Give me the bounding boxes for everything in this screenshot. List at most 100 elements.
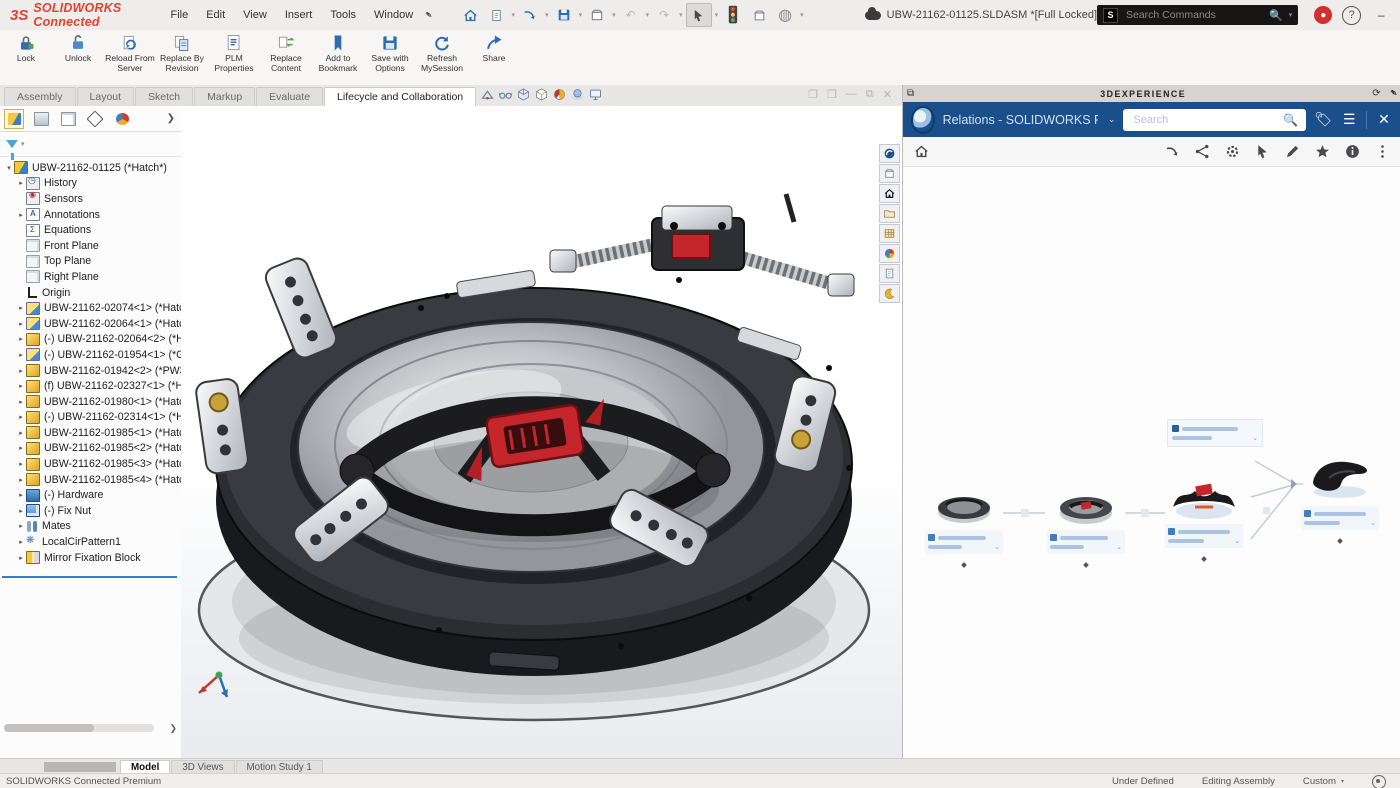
- tab-configuration-manager[interactable]: [58, 109, 78, 129]
- search-caret-icon[interactable]: ▾: [1289, 11, 1293, 19]
- panel-toggle-button[interactable]: [747, 4, 771, 26]
- graphics-viewport[interactable]: [181, 106, 902, 758]
- side-tool-icon[interactable]: [879, 144, 900, 163]
- help-button[interactable]: ?: [1342, 6, 1361, 25]
- tree-item[interactable]: ▸ UBW-21162-01980<1> (*Hatch Ring: [4, 394, 181, 410]
- doc-restore-icon[interactable]: ❐: [808, 88, 818, 101]
- hamburger-menu-icon[interactable]: ☰: [1340, 111, 1358, 128]
- side-tool-icon[interactable]: [879, 224, 900, 243]
- document-tab[interactable]: Model: [120, 760, 170, 774]
- tree-item[interactable]: ▸ Origin: [4, 285, 181, 301]
- side-tool-icon[interactable]: [879, 244, 900, 263]
- tree-item[interactable]: ▸ UBW-21162-01985<4> (*Hatch Zinc: [4, 472, 181, 488]
- doc-close-icon[interactable]: ✕: [883, 88, 892, 101]
- tree-item[interactable]: ▸ Top Plane: [4, 254, 181, 270]
- view-tool-icon[interactable]: [516, 87, 531, 102]
- app-chevron-icon[interactable]: ⌄: [1108, 114, 1116, 125]
- relations-tool-icon[interactable]: [1254, 143, 1271, 160]
- redo-button[interactable]: ↷: [652, 4, 676, 26]
- relations-tool-icon[interactable]: [1224, 143, 1241, 160]
- search-icon[interactable]: 🔍: [1269, 9, 1283, 22]
- menu-item[interactable]: Tools: [321, 5, 365, 25]
- expand-arrow-icon[interactable]: ▸: [16, 335, 26, 343]
- view-tool-icon[interactable]: [570, 87, 585, 102]
- relations-tool-icon[interactable]: [1344, 143, 1361, 160]
- expand-arrow-icon[interactable]: ▸: [16, 413, 26, 421]
- relation-node-reference[interactable]: ⌄: [1167, 419, 1263, 447]
- filter-funnel-icon[interactable]: [6, 140, 18, 148]
- tree-horizontal-scrollbar[interactable]: [4, 724, 154, 732]
- view-tool-icon[interactable]: [498, 87, 513, 102]
- relations-tool-icon[interactable]: [1284, 143, 1301, 160]
- hatch-assembly-model[interactable]: [189, 168, 879, 733]
- panel-pin-icon[interactable]: ✒: [1386, 87, 1399, 101]
- open-button[interactable]: [518, 4, 542, 26]
- panel-search-input[interactable]: [1131, 113, 1277, 127]
- doc-new-window-icon[interactable]: ❐: [827, 88, 837, 101]
- ribbon-button[interactable]: Lock: [0, 30, 52, 85]
- app-title[interactable]: Relations - SOLIDWORKS Relatio: [943, 113, 1098, 127]
- expand-arrow-icon[interactable]: ▸: [16, 522, 26, 530]
- ribbon-button[interactable]: PLM Properties: [208, 30, 260, 85]
- pin-menu-icon[interactable]: ✒: [422, 8, 435, 22]
- command-tab[interactable]: Evaluate: [256, 87, 323, 106]
- expand-arrow-icon[interactable]: ▸: [16, 491, 26, 499]
- menu-item[interactable]: Window: [365, 5, 422, 25]
- menu-item[interactable]: Insert: [276, 5, 322, 25]
- relation-node-base[interactable]: ⌄: [925, 485, 1003, 572]
- tag-icon[interactable]: 🏷: [1314, 111, 1332, 128]
- tree-item[interactable]: ▸ Annotations: [4, 207, 181, 223]
- expand-arrow-icon[interactable]: ▸: [16, 398, 26, 406]
- side-tool-icon[interactable]: [879, 284, 900, 303]
- expand-arrow-icon[interactable]: ▸: [16, 351, 26, 359]
- tree-item[interactable]: ▸ Mates: [4, 519, 181, 535]
- command-tab[interactable]: Assembly: [4, 87, 76, 106]
- ribbon-button[interactable]: Save with Options: [364, 30, 416, 85]
- tree-item[interactable]: ▸ Front Plane: [4, 238, 181, 254]
- tree-item[interactable]: ▸ UBW-21162-01985<3> (*Hatch Zinc: [4, 456, 181, 472]
- doc-minimize-icon[interactable]: —: [846, 88, 857, 101]
- panel-search-icon[interactable]: 🔍: [1283, 113, 1298, 127]
- relations-graph-canvas[interactable]: ⌄ ⌄ ⌄ ⌄ ⌄: [903, 167, 1400, 757]
- side-tool-icon[interactable]: [879, 184, 900, 203]
- minimize-button[interactable]: –: [1371, 8, 1391, 22]
- panel-close-icon[interactable]: ✕: [1375, 111, 1393, 128]
- select-tool-button[interactable]: [686, 3, 712, 27]
- panel-dock-icon[interactable]: ⧉: [907, 88, 914, 99]
- command-tab[interactable]: Lifecycle and Collaboration: [324, 87, 476, 106]
- ribbon-button[interactable]: Add to Bookmark: [312, 30, 364, 85]
- traffic-light-icon[interactable]: 🚦: [721, 4, 745, 26]
- filter-caret-icon[interactable]: ▾: [21, 140, 25, 148]
- expand-arrow-icon[interactable]: ▸: [16, 507, 26, 515]
- relation-node-clamp[interactable]: ⌄: [1165, 467, 1243, 566]
- side-tool-icon[interactable]: [879, 264, 900, 283]
- document-tab[interactable]: Motion Study 1: [236, 760, 323, 774]
- tab-scroll-region[interactable]: [44, 762, 116, 772]
- relations-tool-icon[interactable]: [1164, 143, 1181, 160]
- home-icon[interactable]: [913, 143, 930, 160]
- expand-arrow-icon[interactable]: ▸: [16, 538, 26, 546]
- search-commands-input[interactable]: [1124, 8, 1263, 22]
- relation-node-handle[interactable]: ⌄: [1301, 449, 1379, 548]
- tree-item[interactable]: ▸ UBW-21162-01942<2> (*PW30 Top: [4, 363, 181, 379]
- relations-tool-icon[interactable]: [1194, 143, 1211, 160]
- side-tool-icon[interactable]: [879, 204, 900, 223]
- view-tool-icon[interactable]: [534, 87, 549, 102]
- tab-display-manager[interactable]: [112, 109, 132, 129]
- expand-arrow-icon[interactable]: ▸: [16, 179, 26, 187]
- options-button[interactable]: ◍: [773, 4, 797, 26]
- expand-arrow-icon[interactable]: ▸: [16, 444, 26, 452]
- tree-root[interactable]: ▾ UBW-21162-01125 (*Hatch*): [4, 160, 181, 176]
- relation-node-lid[interactable]: ⌄: [1047, 485, 1125, 572]
- ribbon-button[interactable]: Unlock: [52, 30, 104, 85]
- expand-arrow-icon[interactable]: ▸: [16, 554, 26, 562]
- ribbon-button[interactable]: Replace By Revision: [156, 30, 208, 85]
- tree-item[interactable]: ▸ Mirror Fixation Block: [4, 550, 181, 566]
- expand-arrow-icon[interactable]: ▾: [4, 164, 14, 172]
- ribbon-button[interactable]: Reload From Server: [104, 30, 156, 85]
- menu-item[interactable]: Edit: [197, 5, 234, 25]
- tree-scroll-right-icon[interactable]: ❯: [169, 723, 177, 734]
- ribbon-button[interactable]: Refresh MySession: [416, 30, 468, 85]
- panel-refresh-icon[interactable]: ⟳: [1372, 88, 1380, 99]
- user-avatar[interactable]: ●: [1314, 6, 1332, 24]
